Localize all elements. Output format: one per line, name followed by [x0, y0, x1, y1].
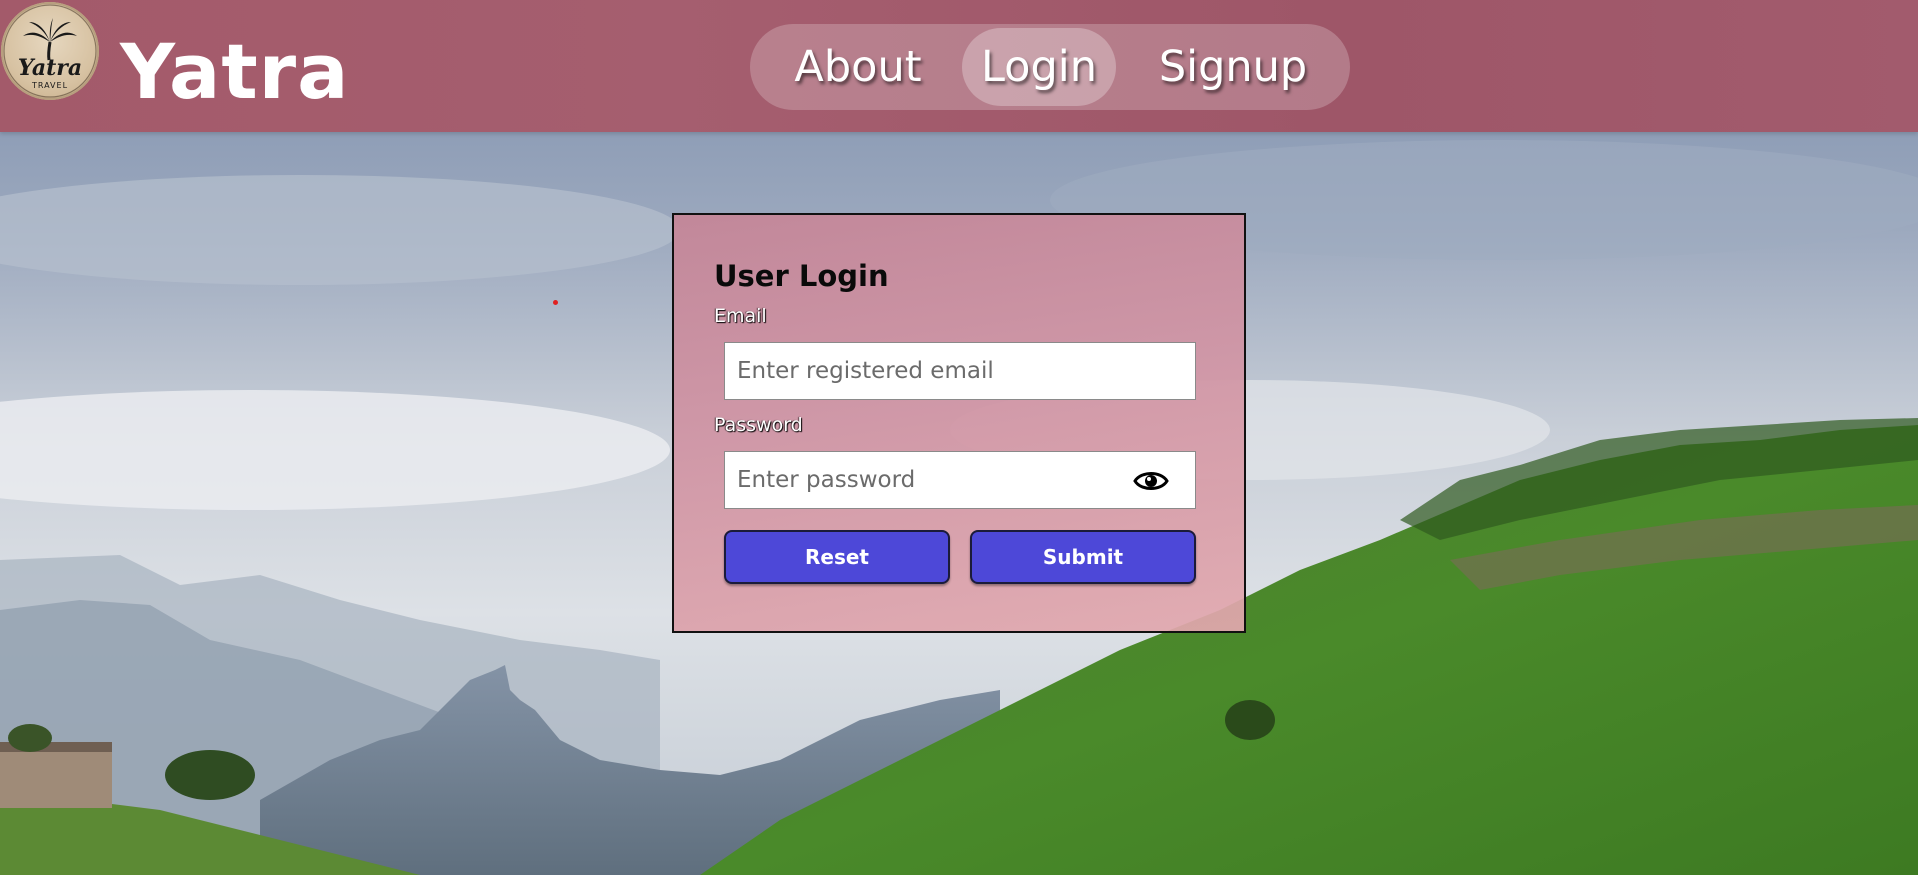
- email-field-wrapper: [724, 342, 1196, 400]
- form-title: User Login: [714, 259, 889, 293]
- logo-subtext: TRAVEL: [31, 81, 68, 90]
- password-label: Password: [714, 414, 803, 436]
- email-label: Email: [714, 305, 767, 327]
- email-input[interactable]: [725, 343, 1195, 399]
- top-navbar: Yatra TRAVEL Yatra About Login Signup: [0, 0, 1918, 132]
- brand-title: Yatra: [120, 27, 350, 116]
- logo-wordmark: Yatra: [18, 55, 82, 81]
- nav-signup-link[interactable]: Signup: [1138, 28, 1328, 106]
- eye-icon[interactable]: [1133, 466, 1169, 496]
- cursor-marker: [553, 300, 558, 305]
- password-field-wrapper: [724, 451, 1196, 509]
- nav-about-link[interactable]: About: [778, 28, 938, 106]
- login-form-card: User Login Email Password Reset Submit: [672, 213, 1246, 633]
- palm-tree-icon: Yatra TRAVEL: [3, 4, 97, 98]
- password-input[interactable]: [725, 452, 1195, 508]
- nav-pill-group: About Login Signup: [750, 24, 1350, 110]
- submit-button[interactable]: Submit: [970, 530, 1196, 584]
- yatra-logo[interactable]: Yatra TRAVEL: [1, 2, 99, 100]
- reset-button[interactable]: Reset: [724, 530, 950, 584]
- nav-login-link[interactable]: Login: [962, 28, 1116, 106]
